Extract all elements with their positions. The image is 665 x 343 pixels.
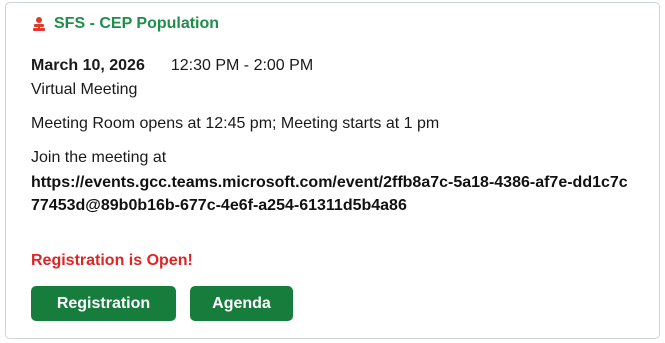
event-header: SFS - CEP Population — [31, 15, 219, 33]
meeting-room-note: Meeting Room opens at 12:45 pm; Meeting … — [31, 115, 440, 132]
event-location: Virtual Meeting — [31, 81, 138, 98]
event-title: SFS - CEP Population — [54, 15, 220, 32]
registration-status: Registration is Open! — [31, 252, 193, 269]
join-label: Join the meeting at — [31, 149, 167, 166]
event-date: March 10, 2026 — [31, 57, 145, 74]
event-datetime: March 10, 2026 12:30 PM - 2:00 PM — [31, 57, 313, 75]
event-card: SFS - CEP Population March 10, 2026 12:30… — [5, 2, 660, 339]
agenda-button[interactable]: Agenda — [190, 286, 293, 321]
presenter-icon — [31, 16, 47, 32]
join-meeting-link[interactable]: https://events.gcc.teams.microsoft.com/e… — [31, 171, 631, 217]
event-time: 12:30 PM - 2:00 PM — [170, 57, 314, 74]
registration-button[interactable]: Registration — [31, 286, 176, 321]
